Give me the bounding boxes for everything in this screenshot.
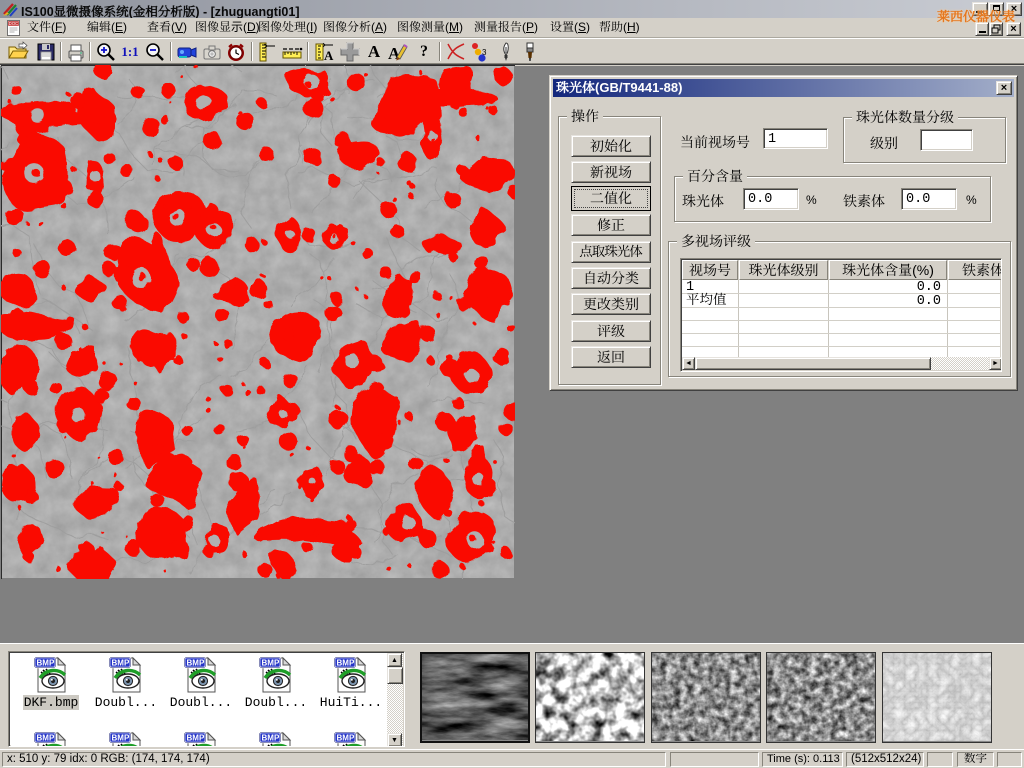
svg-text:DOC: DOC	[9, 21, 18, 26]
svg-text:A: A	[324, 48, 334, 63]
